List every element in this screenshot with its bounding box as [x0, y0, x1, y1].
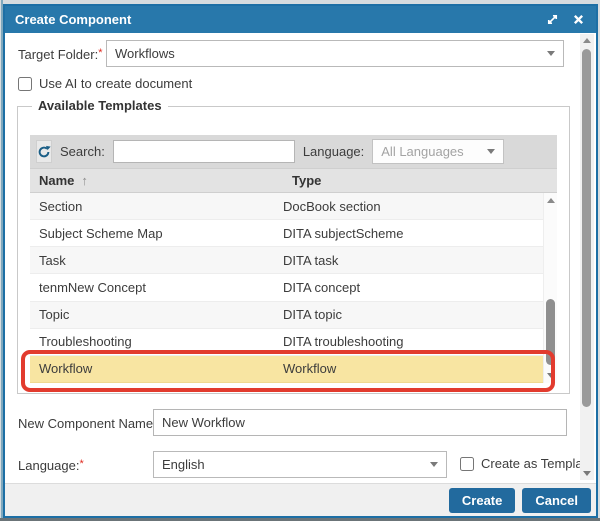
templates-rows: Section DocBook section Subject Scheme M…: [30, 193, 543, 383]
row-type-cell: DITA subjectScheme: [283, 226, 543, 241]
column-header-type[interactable]: Type: [292, 173, 557, 188]
close-icon[interactable]: [570, 12, 586, 28]
target-folder-select[interactable]: Workflows: [106, 40, 564, 67]
language-select[interactable]: English: [153, 451, 447, 478]
new-component-name-label: New Component Name:*: [18, 416, 161, 431]
refresh-icon: [37, 145, 51, 159]
row-type-cell: DITA topic: [283, 307, 543, 322]
row-type-cell: DITA troubleshooting: [283, 334, 543, 349]
row-name-cell: Troubleshooting: [30, 334, 283, 349]
scroll-up-icon[interactable]: [544, 198, 557, 203]
table-row-task[interactable]: Task DITA task: [30, 247, 543, 274]
create-component-dialog: Create Component Target Folder:* Workflo…: [3, 4, 598, 518]
use-ai-checkbox[interactable]: [18, 77, 32, 91]
language-filter-group: Language: All Languages: [303, 139, 504, 164]
scroll-up-icon[interactable]: [580, 38, 594, 43]
fieldset-legend: Available Templates: [32, 98, 168, 113]
language-filter-value: All Languages: [381, 144, 487, 159]
table-row-tenmnew-concept[interactable]: tenmNew Concept DITA concept: [30, 274, 543, 301]
row-type-cell: DITA task: [283, 253, 543, 268]
row-name-cell: Topic: [30, 307, 283, 322]
chevron-down-icon: [547, 51, 555, 56]
table-row-subject-scheme-map[interactable]: Subject Scheme Map DITA subjectScheme: [30, 220, 543, 247]
row-name-cell: Task: [30, 253, 283, 268]
table-row-workflow-selected[interactable]: Workflow Workflow: [30, 356, 543, 383]
row-name-cell: tenmNew Concept: [30, 280, 283, 295]
required-mark: *: [98, 47, 102, 59]
templates-list-scrollbar[interactable]: [543, 193, 557, 383]
scroll-down-icon[interactable]: [544, 373, 557, 378]
row-type-cell: DocBook section: [283, 199, 543, 214]
language-filter-select[interactable]: All Languages: [372, 139, 504, 164]
templates-table-body: Section DocBook section Subject Scheme M…: [30, 193, 557, 383]
use-ai-label: Use AI to create document: [39, 76, 192, 91]
available-templates-fieldset: Available Templates Search: Language: Al…: [17, 106, 570, 394]
row-name-cell: Subject Scheme Map: [30, 226, 283, 241]
search-label: Search:: [60, 144, 105, 159]
scroll-down-icon[interactable]: [580, 471, 594, 476]
dialog-title: Create Component: [15, 12, 534, 27]
chevron-down-icon: [487, 149, 495, 154]
column-header-name[interactable]: Name ↑: [30, 173, 292, 188]
maximize-icon[interactable]: [544, 12, 560, 28]
create-button[interactable]: Create: [449, 488, 515, 513]
required-mark: *: [79, 458, 83, 470]
row-name-cell: Workflow: [30, 361, 283, 376]
search-input[interactable]: [113, 140, 295, 163]
refresh-button[interactable]: [36, 140, 52, 163]
use-ai-row: Use AI to create document: [18, 76, 192, 91]
create-as-template-label: Create as Template: [481, 456, 594, 471]
scrollbar-thumb[interactable]: [582, 49, 591, 407]
target-folder-value: Workflows: [115, 46, 547, 61]
cancel-button[interactable]: Cancel: [522, 488, 591, 513]
table-row-troubleshooting[interactable]: Troubleshooting DITA troubleshooting: [30, 329, 543, 356]
create-as-template-row: Create as Template: [460, 456, 594, 471]
language-filter-label: Language:: [303, 144, 364, 159]
table-row-section[interactable]: Section DocBook section: [30, 193, 543, 220]
templates-table-header: Name ↑ Type: [30, 168, 557, 193]
row-type-cell: DITA concept: [283, 280, 543, 295]
templates-toolbar: Search: Language: All Languages: [30, 135, 557, 168]
dialog-scrollbar[interactable]: [580, 34, 594, 480]
dialog-footer: Create Cancel: [5, 483, 596, 516]
create-as-template-checkbox[interactable]: [460, 457, 474, 471]
sort-asc-icon: ↑: [81, 173, 88, 188]
language-label: Language:*: [18, 458, 84, 473]
row-type-cell: Workflow: [283, 361, 543, 376]
language-value: English: [162, 457, 430, 472]
table-row-topic[interactable]: Topic DITA topic: [30, 302, 543, 329]
row-name-cell: Section: [30, 199, 283, 214]
new-component-name-input[interactable]: [153, 409, 567, 436]
scrollbar-thumb[interactable]: [546, 299, 555, 365]
target-folder-label: Target Folder:*: [18, 47, 102, 62]
chevron-down-icon: [430, 462, 438, 467]
dialog-titlebar: Create Component: [5, 6, 596, 33]
